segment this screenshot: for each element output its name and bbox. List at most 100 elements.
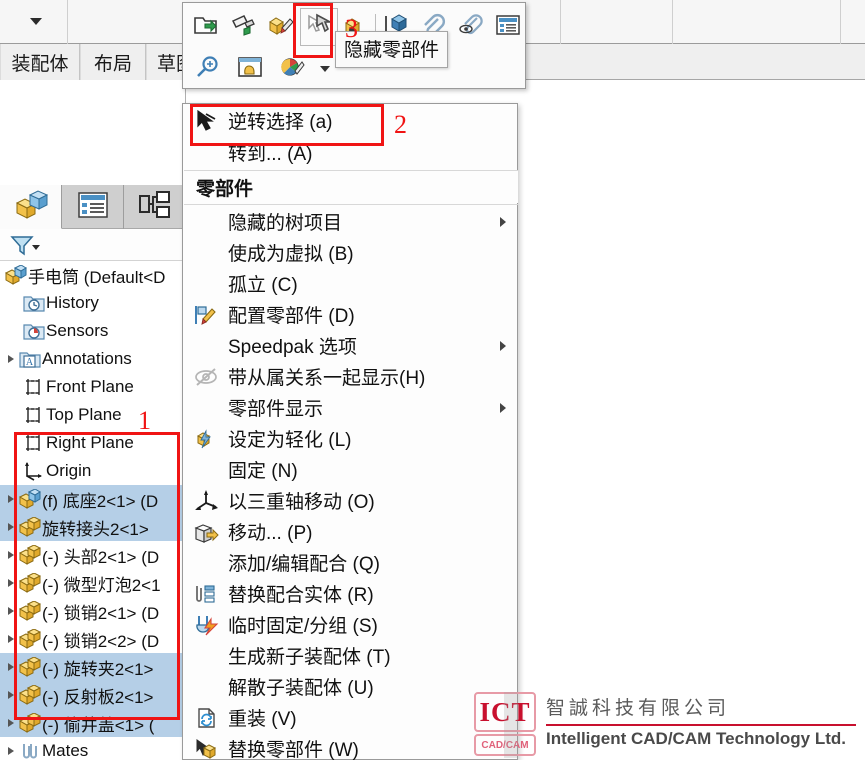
menu-item-fix[interactable]: 固定 (N): [184, 454, 518, 485]
expand-arrow-icon[interactable]: [4, 579, 18, 587]
tree-item-label: 手电筒 (Default<D: [28, 267, 166, 287]
featuremanager-design-tree-tab[interactable]: [0, 185, 62, 229]
menu-item-speedpak-options[interactable]: Speedpak 选项: [184, 330, 518, 361]
tree-item-component-3[interactable]: (-) 头部2<1> (D: [0, 541, 186, 569]
chevron-down-icon[interactable]: [32, 245, 40, 250]
svg-text:A: A: [26, 357, 34, 368]
tree-item-origin[interactable]: Origin: [0, 457, 186, 485]
open-part-button[interactable]: [187, 8, 225, 46]
rollback-button[interactable]: [229, 50, 271, 88]
menu-item-make-virtual[interactable]: 使成为虚拟 (B): [184, 237, 518, 268]
tree-item-top-plane[interactable]: Top Plane: [0, 401, 186, 429]
ribbon-divider: [840, 0, 841, 44]
menu-item-reload[interactable]: 重装 (V): [184, 702, 518, 733]
plane-icon: [22, 405, 46, 425]
menu-item-temp-fix-group[interactable]: 临时固定/分组 (S): [184, 609, 518, 640]
edit-part-button[interactable]: [225, 8, 263, 46]
tree-item-right-plane[interactable]: Right Plane: [0, 429, 186, 457]
tree-item-component-1[interactable]: (f) 底座2<1> (D: [0, 485, 186, 513]
component-properties-button[interactable]: [489, 8, 527, 46]
magnifier-icon: [195, 55, 221, 84]
view-mates-button[interactable]: [452, 8, 490, 46]
configure-component-icon: [184, 303, 228, 327]
triad-move-icon: [184, 489, 228, 513]
tree-item-sensors[interactable]: Sensors: [0, 317, 186, 345]
menu-item-replace-components[interactable]: 替换零部件 (W): [184, 733, 518, 760]
menu-separator: [184, 204, 518, 205]
menu-item-move[interactable]: 移动... (P): [184, 516, 518, 547]
tree-item-label: (-) 偷井盖<1> (: [42, 715, 155, 735]
tree-item-assembly-root[interactable]: 手电筒 (Default<D: [0, 261, 186, 289]
menu-item-go-to[interactable]: 转到... (A): [184, 137, 518, 168]
component-icon: [18, 573, 42, 593]
expand-arrow-icon[interactable]: [4, 635, 18, 643]
menu-item-configure-component[interactable]: 配置零部件 (D): [184, 299, 518, 330]
tree-item-component-7[interactable]: (-) 旋转夹2<1>: [0, 653, 186, 681]
menu-item-move-with-triad[interactable]: 以三重轴移动 (O): [184, 485, 518, 516]
menu-item-replace-mate-entities[interactable]: 替换配合实体 (R): [184, 578, 518, 609]
chevron-down-icon[interactable]: [30, 18, 42, 25]
menu-item-isolate[interactable]: 孤立 (C): [184, 268, 518, 299]
tree-item-mates[interactable]: Mates: [0, 737, 186, 760]
tree-item-component-4[interactable]: (-) 微型灯泡2<1: [0, 569, 186, 597]
property-manager-tab[interactable]: [62, 185, 124, 229]
menu-item-label: 生成新子装配体 (T): [228, 647, 391, 668]
tab-layout[interactable]: 布局: [80, 44, 146, 80]
menu-item-label: 移动... (P): [228, 523, 313, 544]
expand-arrow-icon[interactable]: [4, 495, 18, 503]
design-tree[interactable]: 手电筒 (Default<D History Sensors A Annotat…: [0, 261, 186, 760]
expand-arrow-icon[interactable]: [4, 719, 18, 727]
menu-item-label: 添加/编辑配合 (Q): [228, 554, 380, 575]
expand-arrow-icon[interactable]: [4, 607, 18, 615]
tooltip-text: 隐藏零部件: [344, 40, 440, 61]
menu-item-component-display[interactable]: 零部件显示: [184, 392, 518, 423]
watermark-rule: [546, 724, 856, 726]
tree-item-annotations[interactable]: A Annotations: [0, 345, 186, 373]
submenu-arrow-icon: [500, 216, 506, 227]
tree-item-front-plane[interactable]: Front Plane: [0, 373, 186, 401]
tab-assembly[interactable]: 装配体: [0, 44, 80, 80]
expand-arrow-icon[interactable]: [4, 355, 18, 363]
edit-assembly-button[interactable]: [262, 8, 300, 46]
hide-components-button[interactable]: [299, 8, 338, 46]
component-icon: [18, 489, 42, 509]
filter-funnel-icon[interactable]: [10, 233, 34, 262]
menu-item-form-new-subassembly[interactable]: 生成新子装配体 (T): [184, 640, 518, 671]
expand-arrow-icon[interactable]: [4, 523, 18, 531]
menu-item-show-with-dependents[interactable]: 带从属关系一起显示(H): [184, 361, 518, 392]
tree-item-component-6[interactable]: (-) 锁销2<2> (D: [0, 625, 186, 653]
menu-item-add-edit-mate[interactable]: 添加/编辑配合 (Q): [184, 547, 518, 578]
appearance-dropdown[interactable]: [313, 50, 337, 88]
configuration-manager-tab[interactable]: [124, 185, 186, 229]
menu-item-label: 替换配合实体 (R): [228, 585, 374, 606]
menu-item-hidden-tree-items[interactable]: 隐藏的树项目: [184, 206, 518, 237]
tree-item-component-9[interactable]: (-) 偷井盖<1> (: [0, 709, 186, 737]
tree-item-component-5[interactable]: (-) 锁销2<1> (D: [0, 597, 186, 625]
tree-item-label: (-) 锁销2<1> (D: [42, 603, 160, 623]
menu-item-invert-selection[interactable]: 逆转选择 (a): [184, 105, 518, 136]
ribbon-divider: [560, 0, 561, 44]
expand-arrow-icon[interactable]: [4, 551, 18, 559]
tree-item-component-2[interactable]: 旋转接头2<1>: [0, 513, 186, 541]
expand-arrow-icon[interactable]: [4, 663, 18, 671]
menu-item-label: 配置零部件 (D): [228, 306, 355, 327]
tree-item-component-8[interactable]: (-) 反射板2<1>: [0, 681, 186, 709]
menu-item-label: 转到... (A): [228, 144, 313, 165]
zoom-to-selection-button[interactable]: [187, 50, 229, 88]
history-icon: [22, 293, 46, 313]
feature-manager-panel: 手电筒 (Default<D History Sensors A Annotat…: [0, 80, 186, 760]
tree-item-label: Mates: [42, 741, 89, 760]
menu-item-set-lightweight[interactable]: 设定为轻化 (L): [184, 423, 518, 454]
assembly-icon: [4, 265, 28, 285]
menu-item-dissolve-subassembly[interactable]: 解散子装配体 (U): [184, 671, 518, 702]
menu-item-label: 孤立 (C): [228, 275, 298, 296]
expand-arrow-icon[interactable]: [4, 691, 18, 699]
configuration-tree-icon: [138, 190, 172, 225]
tree-item-history[interactable]: History: [0, 289, 186, 317]
appearance-button[interactable]: [271, 50, 313, 88]
expand-arrow-icon[interactable]: [4, 747, 18, 755]
menu-item-label: 零部件显示: [228, 399, 324, 420]
component-icon: [18, 517, 42, 537]
menu-item-label: 使成为虚拟 (B): [228, 244, 354, 265]
menu-item-label: 隐藏的树项目: [228, 213, 343, 234]
